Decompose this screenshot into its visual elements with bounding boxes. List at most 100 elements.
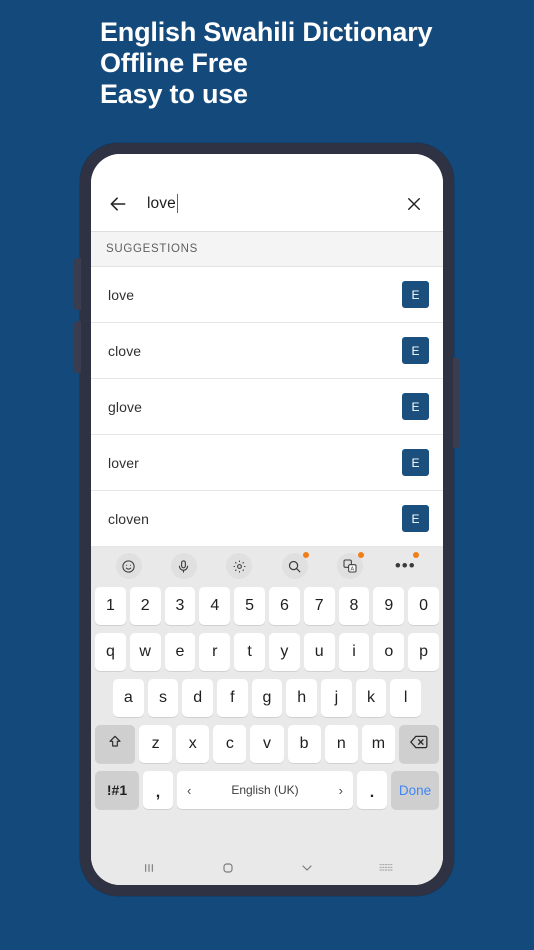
language-badge[interactable]: E (402, 505, 429, 532)
phone-mockup: love SUGGESTIONS love E clove E glove E … (74, 143, 460, 896)
phone-screen: love SUGGESTIONS love E clove E glove E … (91, 154, 443, 885)
arrow-left-icon (108, 194, 128, 214)
key-c[interactable]: c (213, 725, 247, 763)
home-button[interactable] (208, 855, 248, 881)
period-key[interactable]: . (357, 771, 387, 809)
key-p[interactable]: p (408, 633, 439, 671)
key-f[interactable]: f (217, 679, 248, 717)
done-key[interactable]: Done (391, 771, 439, 809)
list-item[interactable]: love E (91, 267, 443, 323)
microphone-icon[interactable] (170, 553, 197, 579)
text-cursor (176, 194, 179, 213)
volume-up-button[interactable] (74, 258, 81, 310)
dismiss-keyboard-button[interactable] (287, 855, 327, 881)
key-0[interactable]: 0 (408, 587, 439, 625)
key-v[interactable]: v (250, 725, 284, 763)
more-options-icon[interactable]: ••• (392, 552, 420, 579)
power-button[interactable] (453, 358, 460, 448)
key-i[interactable]: i (338, 633, 370, 671)
key-e[interactable]: e (164, 633, 196, 671)
android-navigation-bar (91, 851, 443, 885)
key-k[interactable]: k (355, 679, 387, 717)
list-item[interactable]: lover E (91, 435, 443, 491)
keyboard-row-bottom: z x c v b n m (91, 723, 443, 765)
language-badge[interactable]: E (402, 281, 429, 308)
next-language-icon[interactable]: › (339, 783, 343, 798)
promo-screenshot: English Swahili Dictionary Offline Free … (0, 0, 534, 950)
key-t[interactable]: t (234, 633, 265, 671)
key-4[interactable]: 4 (199, 587, 231, 625)
headline-line-2: Offline Free (100, 48, 248, 78)
shift-key[interactable] (95, 725, 135, 763)
keyboard-row-home: a s d f g h j k l (91, 677, 443, 719)
suggestions-header: SUGGESTIONS (91, 231, 443, 267)
list-item[interactable]: cloven E (91, 491, 443, 547)
list-item[interactable]: glove E (91, 379, 443, 435)
key-s[interactable]: s (147, 679, 179, 717)
status-bar (91, 154, 443, 176)
key-9[interactable]: 9 (373, 587, 405, 625)
gear-icon[interactable] (226, 553, 253, 579)
keyboard-switcher-button[interactable] (366, 855, 406, 881)
volume-down-button[interactable] (74, 321, 81, 373)
key-o[interactable]: o (373, 633, 405, 671)
translate-icon[interactable]: A (336, 552, 364, 579)
recents-button[interactable] (129, 855, 169, 881)
key-z[interactable]: z (139, 725, 173, 763)
language-badge[interactable]: E (402, 337, 429, 364)
key-d[interactable]: d (182, 679, 213, 717)
search-input[interactable]: love (131, 194, 401, 213)
key-x[interactable]: x (176, 725, 210, 763)
page-title: English Swahili Dictionary Offline Free … (100, 17, 520, 110)
key-g[interactable]: g (251, 679, 283, 717)
key-b[interactable]: b (287, 725, 321, 763)
key-n[interactable]: n (324, 725, 358, 763)
notification-dot (413, 552, 420, 558)
key-r[interactable]: r (199, 633, 231, 671)
key-h[interactable]: h (286, 679, 318, 717)
keyboard-row-numbers: 1 2 3 4 5 6 7 8 9 0 (91, 585, 443, 627)
key-1[interactable]: 1 (95, 587, 126, 625)
space-key[interactable]: ‹ English (UK) › (177, 771, 353, 809)
key-2[interactable]: 2 (129, 587, 161, 625)
suggestions-list: love E clove E glove E lover E cloven E (91, 267, 443, 547)
key-y[interactable]: y (269, 633, 300, 671)
key-m[interactable]: m (361, 725, 395, 763)
key-q[interactable]: q (95, 633, 126, 671)
key-7[interactable]: 7 (303, 587, 335, 625)
language-badge[interactable]: E (402, 449, 429, 476)
key-l[interactable]: l (390, 679, 422, 717)
keyboard-row-top: q w e r t y u i o p (91, 631, 443, 673)
close-icon (405, 195, 423, 213)
suggestion-word: glove (108, 398, 142, 415)
key-u[interactable]: u (303, 633, 335, 671)
search-bar: love (91, 176, 443, 231)
key-3[interactable]: 3 (164, 587, 196, 625)
suggestion-word: clove (108, 342, 142, 359)
suggestion-word: cloven (108, 510, 150, 527)
list-item[interactable]: clove E (91, 323, 443, 379)
emoji-icon[interactable] (115, 553, 142, 579)
shift-icon (107, 734, 123, 755)
backspace-icon (409, 734, 429, 755)
key-5[interactable]: 5 (234, 587, 265, 625)
key-w[interactable]: w (129, 633, 161, 671)
keyboard-language-label: English (UK) (231, 783, 299, 797)
key-6[interactable]: 6 (269, 587, 300, 625)
symbols-key[interactable]: !#1 (95, 771, 139, 809)
back-button[interactable] (105, 191, 131, 217)
on-screen-keyboard: A ••• 1 2 3 4 5 6 7 8 9 0 q w e r t y u … (91, 547, 443, 885)
comma-key[interactable]: , (143, 771, 173, 809)
svg-text:A: A (351, 566, 355, 572)
language-badge[interactable]: E (402, 393, 429, 420)
backspace-key[interactable] (398, 725, 439, 763)
key-j[interactable]: j (321, 679, 352, 717)
key-a[interactable]: a (112, 679, 144, 717)
search-icon[interactable] (281, 552, 309, 579)
keyboard-rows: 1 2 3 4 5 6 7 8 9 0 q w e r t y u i o p … (91, 585, 443, 851)
key-8[interactable]: 8 (338, 587, 370, 625)
suggestions-header-label: SUGGESTIONS (106, 243, 199, 255)
clear-search-button[interactable] (401, 191, 427, 217)
search-input-value: love (147, 194, 176, 212)
headline-line-3: Easy to use (100, 79, 248, 109)
